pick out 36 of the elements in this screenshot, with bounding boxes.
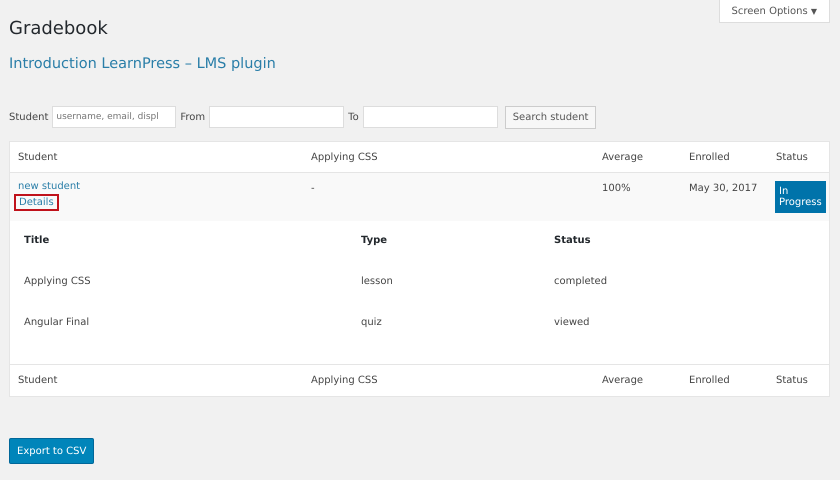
from-label: From: [180, 112, 206, 122]
student-link[interactable]: new student: [18, 181, 80, 192]
column-header: Type: [361, 235, 388, 246]
column-header: Status: [776, 152, 809, 162]
column-footer: Status: [776, 375, 821, 386]
status-badge: In Progress: [775, 181, 826, 213]
column-header: Title: [24, 235, 50, 246]
column-footer: Enrolled: [689, 375, 776, 386]
column-header: Enrolled: [689, 152, 731, 162]
export-csv-button[interactable]: Export to CSV: [9, 438, 94, 464]
student-input[interactable]: username, email, displ: [52, 106, 176, 128]
course-link[interactable]: Introduction LearnPress – LMS plugin: [9, 56, 830, 78]
table-cell-text: viewed: [554, 317, 591, 328]
column-header: Average: [602, 152, 644, 162]
column-footer: Average: [602, 375, 689, 386]
search-student-button[interactable]: Search student: [504, 106, 596, 128]
table-cell-text: 100%: [602, 182, 632, 194]
table-cell-text: lesson: [361, 276, 394, 287]
page-title: Gradebook: [9, 18, 109, 41]
table-cell-text: Angular Final: [24, 317, 90, 328]
column-header: Applying CSS: [311, 152, 379, 162]
screen-options-button[interactable]: Screen Options ▼: [718, 0, 830, 23]
column-header: Student: [18, 152, 58, 162]
table-cell-text: May 30, 2017: [689, 182, 758, 194]
to-date-input[interactable]: [362, 106, 498, 128]
table-cell-text: quiz: [361, 317, 383, 328]
details-link[interactable]: Details: [14, 194, 59, 211]
column-footer: Student: [18, 375, 311, 386]
column-footer: Applying CSS: [311, 375, 602, 386]
student-label: Student: [9, 112, 48, 122]
table-cell-text: Applying CSS: [24, 276, 92, 287]
to-label: To: [348, 112, 359, 122]
column-header: Status: [554, 235, 592, 246]
table-cell-text: completed: [554, 276, 608, 287]
table-cell-text: -: [311, 182, 316, 194]
from-date-input[interactable]: [209, 106, 344, 128]
